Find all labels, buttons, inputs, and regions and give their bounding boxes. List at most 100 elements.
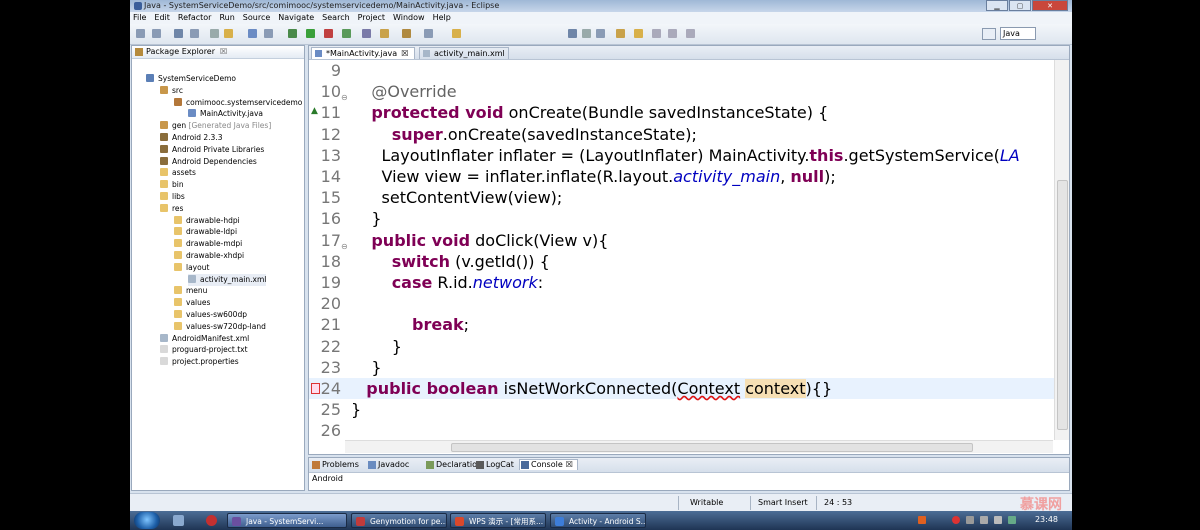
tree-item[interactable]: drawable-xhdpi bbox=[174, 250, 244, 262]
error-marker-icon[interactable] bbox=[311, 383, 320, 394]
vertical-scrollbar[interactable] bbox=[1054, 60, 1069, 440]
toolbar-button-icon[interactable] bbox=[288, 29, 297, 38]
menu-help[interactable]: Help bbox=[430, 12, 456, 24]
code-line[interactable]: 26 bbox=[309, 420, 1069, 440]
menu-run[interactable]: Run bbox=[216, 12, 239, 24]
tree-item[interactable]: SystemServiceDemo bbox=[146, 73, 236, 85]
toolbar-button-icon[interactable] bbox=[210, 29, 219, 38]
maximize-button[interactable]: ▢ bbox=[1009, 0, 1031, 11]
tree-item[interactable]: gen [Generated Java Files] bbox=[160, 120, 271, 132]
taskbar-button[interactable]: WPS 演示 - [常用系... bbox=[450, 513, 546, 528]
code-line[interactable]: 18 switch (v.getId()) { bbox=[309, 251, 1069, 272]
code-line[interactable]: 15 setContentView(view); bbox=[309, 187, 1069, 208]
toolbar-button-icon[interactable] bbox=[596, 29, 605, 38]
code-line[interactable]: 11 ▲ protected void onCreate(Bundle saved… bbox=[309, 102, 1069, 123]
volume-icon[interactable] bbox=[994, 516, 1002, 524]
code-line[interactable]: 22 } bbox=[309, 336, 1069, 357]
code-line[interactable]: 25} bbox=[309, 399, 1069, 420]
code-line[interactable]: 16 } bbox=[309, 208, 1069, 229]
taskbar-button[interactable]: Genymotion for pe... bbox=[351, 513, 447, 528]
tree-item[interactable]: proguard-project.txt bbox=[160, 344, 248, 356]
package-explorer-tab[interactable]: Package Explorer ☒ bbox=[132, 46, 304, 59]
horizontal-scroll-thumb[interactable] bbox=[451, 443, 973, 452]
toolbar-button-icon[interactable] bbox=[224, 29, 233, 38]
tree-item[interactable]: assets bbox=[160, 167, 196, 179]
toolbar-button-icon[interactable] bbox=[306, 29, 315, 38]
toolbar-button-icon[interactable] bbox=[174, 29, 183, 38]
tree-item[interactable]: Android Dependencies bbox=[160, 156, 257, 168]
open-perspective-icon[interactable] bbox=[982, 28, 996, 40]
java-perspective-button[interactable]: Java bbox=[1000, 27, 1036, 40]
toolbar-button-icon[interactable] bbox=[668, 29, 677, 38]
tree-item[interactable]: drawable-mdpi bbox=[174, 238, 242, 250]
tree-item[interactable]: menu bbox=[174, 285, 207, 297]
code-line[interactable]: 19 case R.id.network: bbox=[309, 272, 1069, 293]
quicklaunch-icon[interactable] bbox=[173, 515, 184, 526]
start-button[interactable] bbox=[134, 512, 160, 529]
panel-tab-logcat[interactable]: LogCat bbox=[475, 460, 514, 470]
close-tab-icon[interactable]: ☒ bbox=[566, 460, 573, 469]
tree-item[interactable]: MainActivity.java bbox=[188, 108, 263, 120]
close-tab-icon[interactable]: ☒ bbox=[401, 49, 408, 58]
close-button[interactable]: ✕ bbox=[1032, 0, 1068, 11]
tree-item[interactable]: bin bbox=[160, 179, 184, 191]
tree-item[interactable]: drawable-ldpi bbox=[174, 226, 237, 238]
code-line[interactable]: 23 } bbox=[309, 357, 1069, 378]
tree-item[interactable]: values-sw720dp-land bbox=[174, 321, 266, 333]
code-line[interactable]: 21 break; bbox=[309, 314, 1069, 335]
code-line[interactable]: 13 LayoutInflater inflater = (LayoutInfl… bbox=[309, 145, 1069, 166]
menu-navigate[interactable]: Navigate bbox=[275, 12, 319, 24]
code-line[interactable]: 10 ⊖ @Override bbox=[309, 81, 1069, 102]
code-area[interactable]: 9 10 ⊖ @Override 11 ▲ protected void onCreat… bbox=[309, 60, 1069, 440]
code-line[interactable]: 14 View view = inflater.inflate(R.layout… bbox=[309, 166, 1069, 187]
toolbar-button-icon[interactable] bbox=[452, 29, 461, 38]
tree-item[interactable]: values bbox=[174, 297, 210, 309]
editor-tab[interactable]: *MainActivity.java ☒ bbox=[311, 47, 415, 59]
minimize-button[interactable]: ▁ bbox=[986, 0, 1008, 11]
quicklaunch-icon[interactable] bbox=[206, 515, 217, 526]
menu-file[interactable]: File bbox=[130, 12, 151, 24]
code-line[interactable]: 12 super.onCreate(savedInstanceState); bbox=[309, 124, 1069, 145]
menu-window[interactable]: Window bbox=[390, 12, 430, 24]
tree-item[interactable]: activity_main.xml bbox=[188, 273, 267, 286]
tray-icon[interactable] bbox=[918, 516, 926, 524]
code-line[interactable]: 9 bbox=[309, 60, 1069, 81]
toolbar-button-icon[interactable] bbox=[190, 29, 199, 38]
toolbar-button-icon[interactable] bbox=[582, 29, 591, 38]
tree-item[interactable]: Android 2.3.3 bbox=[160, 132, 222, 144]
toolbar-button-icon[interactable] bbox=[342, 29, 351, 38]
toolbar-button-icon[interactable] bbox=[380, 29, 389, 38]
tree-item[interactable]: comimooc.systemservicedemo bbox=[174, 97, 302, 109]
panel-tab-declaration[interactable]: Declaration bbox=[425, 460, 482, 470]
close-view-icon[interactable]: ☒ bbox=[220, 47, 227, 56]
tree-item[interactable]: res bbox=[160, 203, 183, 215]
network-icon[interactable] bbox=[980, 516, 988, 524]
vertical-scroll-thumb[interactable] bbox=[1057, 180, 1068, 430]
tray-icon[interactable] bbox=[966, 516, 974, 524]
tree-item[interactable]: Android Private Libraries bbox=[160, 144, 264, 156]
toolbar-button-icon[interactable] bbox=[152, 29, 161, 38]
taskbar-button[interactable]: Java - SystemServi... bbox=[227, 513, 347, 528]
tree-item[interactable]: project.properties bbox=[160, 356, 239, 368]
horizontal-scrollbar[interactable] bbox=[345, 440, 1053, 453]
tray-icon[interactable] bbox=[1008, 516, 1016, 524]
panel-tab-problems[interactable]: Problems bbox=[311, 460, 359, 470]
toolbar-button-icon[interactable] bbox=[248, 29, 257, 38]
toolbar-button-icon[interactable] bbox=[634, 29, 643, 38]
tree-item[interactable]: src bbox=[160, 85, 183, 97]
toolbar-button-icon[interactable] bbox=[264, 29, 273, 38]
tree-item[interactable]: values-sw600dp bbox=[174, 309, 247, 321]
tree-item[interactable]: libs bbox=[160, 191, 185, 203]
menu-search[interactable]: Search bbox=[319, 12, 354, 24]
menu-edit[interactable]: Edit bbox=[151, 12, 175, 24]
panel-tab-console[interactable]: Console ☒ bbox=[519, 459, 578, 470]
tray-icon[interactable] bbox=[952, 516, 960, 524]
toolbar-button-icon[interactable] bbox=[136, 29, 145, 38]
code-line[interactable]: 20 bbox=[309, 293, 1069, 314]
tree-item[interactable]: AndroidManifest.xml bbox=[160, 333, 249, 345]
menu-source[interactable]: Source bbox=[240, 12, 275, 24]
toolbar-button-icon[interactable] bbox=[362, 29, 371, 38]
taskbar-button[interactable]: Activity - Android S... bbox=[550, 513, 646, 528]
tree-item[interactable]: layout bbox=[174, 262, 209, 274]
editor-tab[interactable]: activity_main.xml bbox=[419, 47, 509, 59]
